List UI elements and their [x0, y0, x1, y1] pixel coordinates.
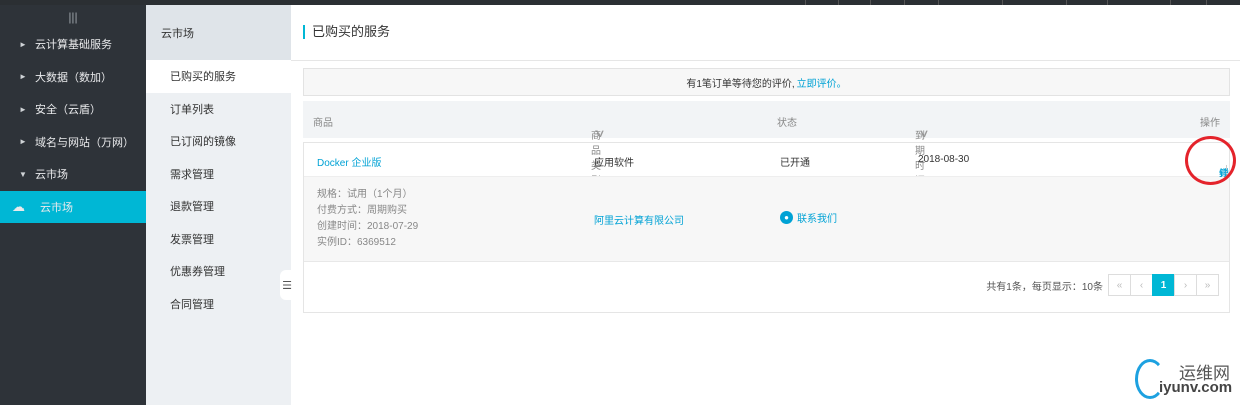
- product-link[interactable]: Docker 企业版: [317, 154, 381, 169]
- pagination-summary: 共有1条，每页显示：10条: [986, 281, 1103, 293]
- sidebar-item-security[interactable]: ► 安全（云盾）: [0, 93, 146, 126]
- caret-right-icon: ►: [19, 104, 27, 114]
- sub-navigation: 云市场 已购买的服务 订单列表 已订阅的镜像 需求管理 退款管理 发票管理 优惠…: [146, 5, 294, 405]
- created-text: 创建时间：2018-07-29: [317, 221, 419, 232]
- caret-right-icon: ►: [19, 72, 27, 82]
- subnav-item-coupons[interactable]: 优惠券管理: [146, 255, 291, 288]
- highlight-circle: [1185, 136, 1236, 185]
- prev-page-button[interactable]: ‹: [1130, 274, 1153, 296]
- col-actions: 操作: [1200, 118, 1220, 129]
- status-badge: 已开通: [780, 158, 810, 169]
- notice-text: 有1笔订单等待您的评价,: [686, 78, 795, 90]
- col-product: 商品: [313, 118, 333, 129]
- cloud-icon: ☁: [12, 198, 25, 214]
- next-page-button[interactable]: ›: [1174, 274, 1197, 296]
- product-type: 应用软件: [594, 158, 634, 169]
- caret-down-icon: ▼: [19, 169, 27, 179]
- divider: [291, 60, 1240, 61]
- sidebar: ||| ► 云计算基础服务 ► 大数据（数加） ► 安全（云盾） ► 域名与网站（万网）…: [0, 5, 146, 405]
- page-title: 已购买的服务: [303, 25, 390, 39]
- spec-block: 规格：试用（1个月） 付费方式：周期购买 创建时间：2018-07-29 实例I…: [317, 187, 418, 251]
- col-status: 状态: [777, 118, 797, 129]
- subnav-item-contracts[interactable]: 合同管理: [146, 288, 291, 321]
- instance-id: 实例ID：6369512: [317, 237, 396, 248]
- review-notice: 有1笔订单等待您的评价, 立即评价。: [303, 68, 1230, 96]
- sidebar-item-compute[interactable]: ► 云计算基础服务: [0, 28, 146, 61]
- order-details: 规格：试用（1个月） 付费方式：周期购买 创建时间：2018-07-29 实例I…: [304, 177, 1229, 262]
- contact-us-link[interactable]: ● 联系我们: [780, 210, 837, 225]
- order-card: Docker 企业版 应用软件 已开通 2018-08-30 升级 续费 详情 …: [303, 142, 1230, 313]
- review-now-link[interactable]: 立即评价。: [797, 75, 847, 90]
- sidebar-item-market[interactable]: ☁ 云市场: [0, 190, 146, 223]
- caret-right-icon: ►: [19, 137, 27, 147]
- subnav-title: 云市场: [146, 5, 291, 60]
- subnav-item-orders[interactable]: 订单列表: [146, 93, 291, 126]
- vendor-link[interactable]: 阿里云计算有限公司: [594, 212, 684, 227]
- subnav-item-requirements[interactable]: 需求管理: [146, 158, 291, 191]
- subnav-item-images[interactable]: 已订阅的镜像: [146, 125, 291, 158]
- sidebar-item-market-group[interactable]: ▼ 云市场: [0, 158, 146, 191]
- first-page-button[interactable]: «: [1108, 274, 1131, 296]
- pagination: 共有1条，每页显示：10条 « ‹ 1 › »: [986, 274, 1219, 296]
- page-1-button[interactable]: 1: [1152, 274, 1175, 296]
- subnav-item-invoices[interactable]: 发票管理: [146, 223, 291, 256]
- chevron-down-icon: ∨: [594, 128, 606, 140]
- expiry-date: 2018-08-30: [918, 154, 970, 165]
- last-page-button[interactable]: »: [1196, 274, 1219, 296]
- menu-lines-icon[interactable]: |||: [0, 5, 146, 28]
- payment-text: 付费方式：周期购买: [317, 205, 407, 216]
- sidebar-item-bigdata[interactable]: ► 大数据（数加）: [0, 61, 146, 94]
- chat-bubble-icon: ●: [780, 211, 793, 224]
- sidebar-item-domain[interactable]: ► 域名与网站（万网）: [0, 126, 146, 159]
- watermark-en: iyunv.com: [1159, 379, 1233, 396]
- spec-text: 规格：试用（1个月）: [317, 189, 413, 200]
- watermark-logo: 运维网 iyunv.com: [1135, 357, 1235, 401]
- main-content: 已购买的服务 有1笔订单等待您的评价, 立即评价。 商品 商品类型∨ 状态 到期…: [291, 5, 1240, 405]
- subnav-item-refunds[interactable]: 退款管理: [146, 190, 291, 223]
- chevron-down-icon: ∨: [918, 128, 930, 140]
- caret-right-icon: ►: [19, 39, 27, 49]
- table-row: Docker 企业版 应用软件 已开通 2018-08-30 升级 续费 详情: [304, 143, 1229, 195]
- subnav-item-purchased[interactable]: 已购买的服务: [146, 60, 291, 93]
- table-header: 商品 商品类型∨ 状态 到期时间∨ 操作: [303, 101, 1230, 187]
